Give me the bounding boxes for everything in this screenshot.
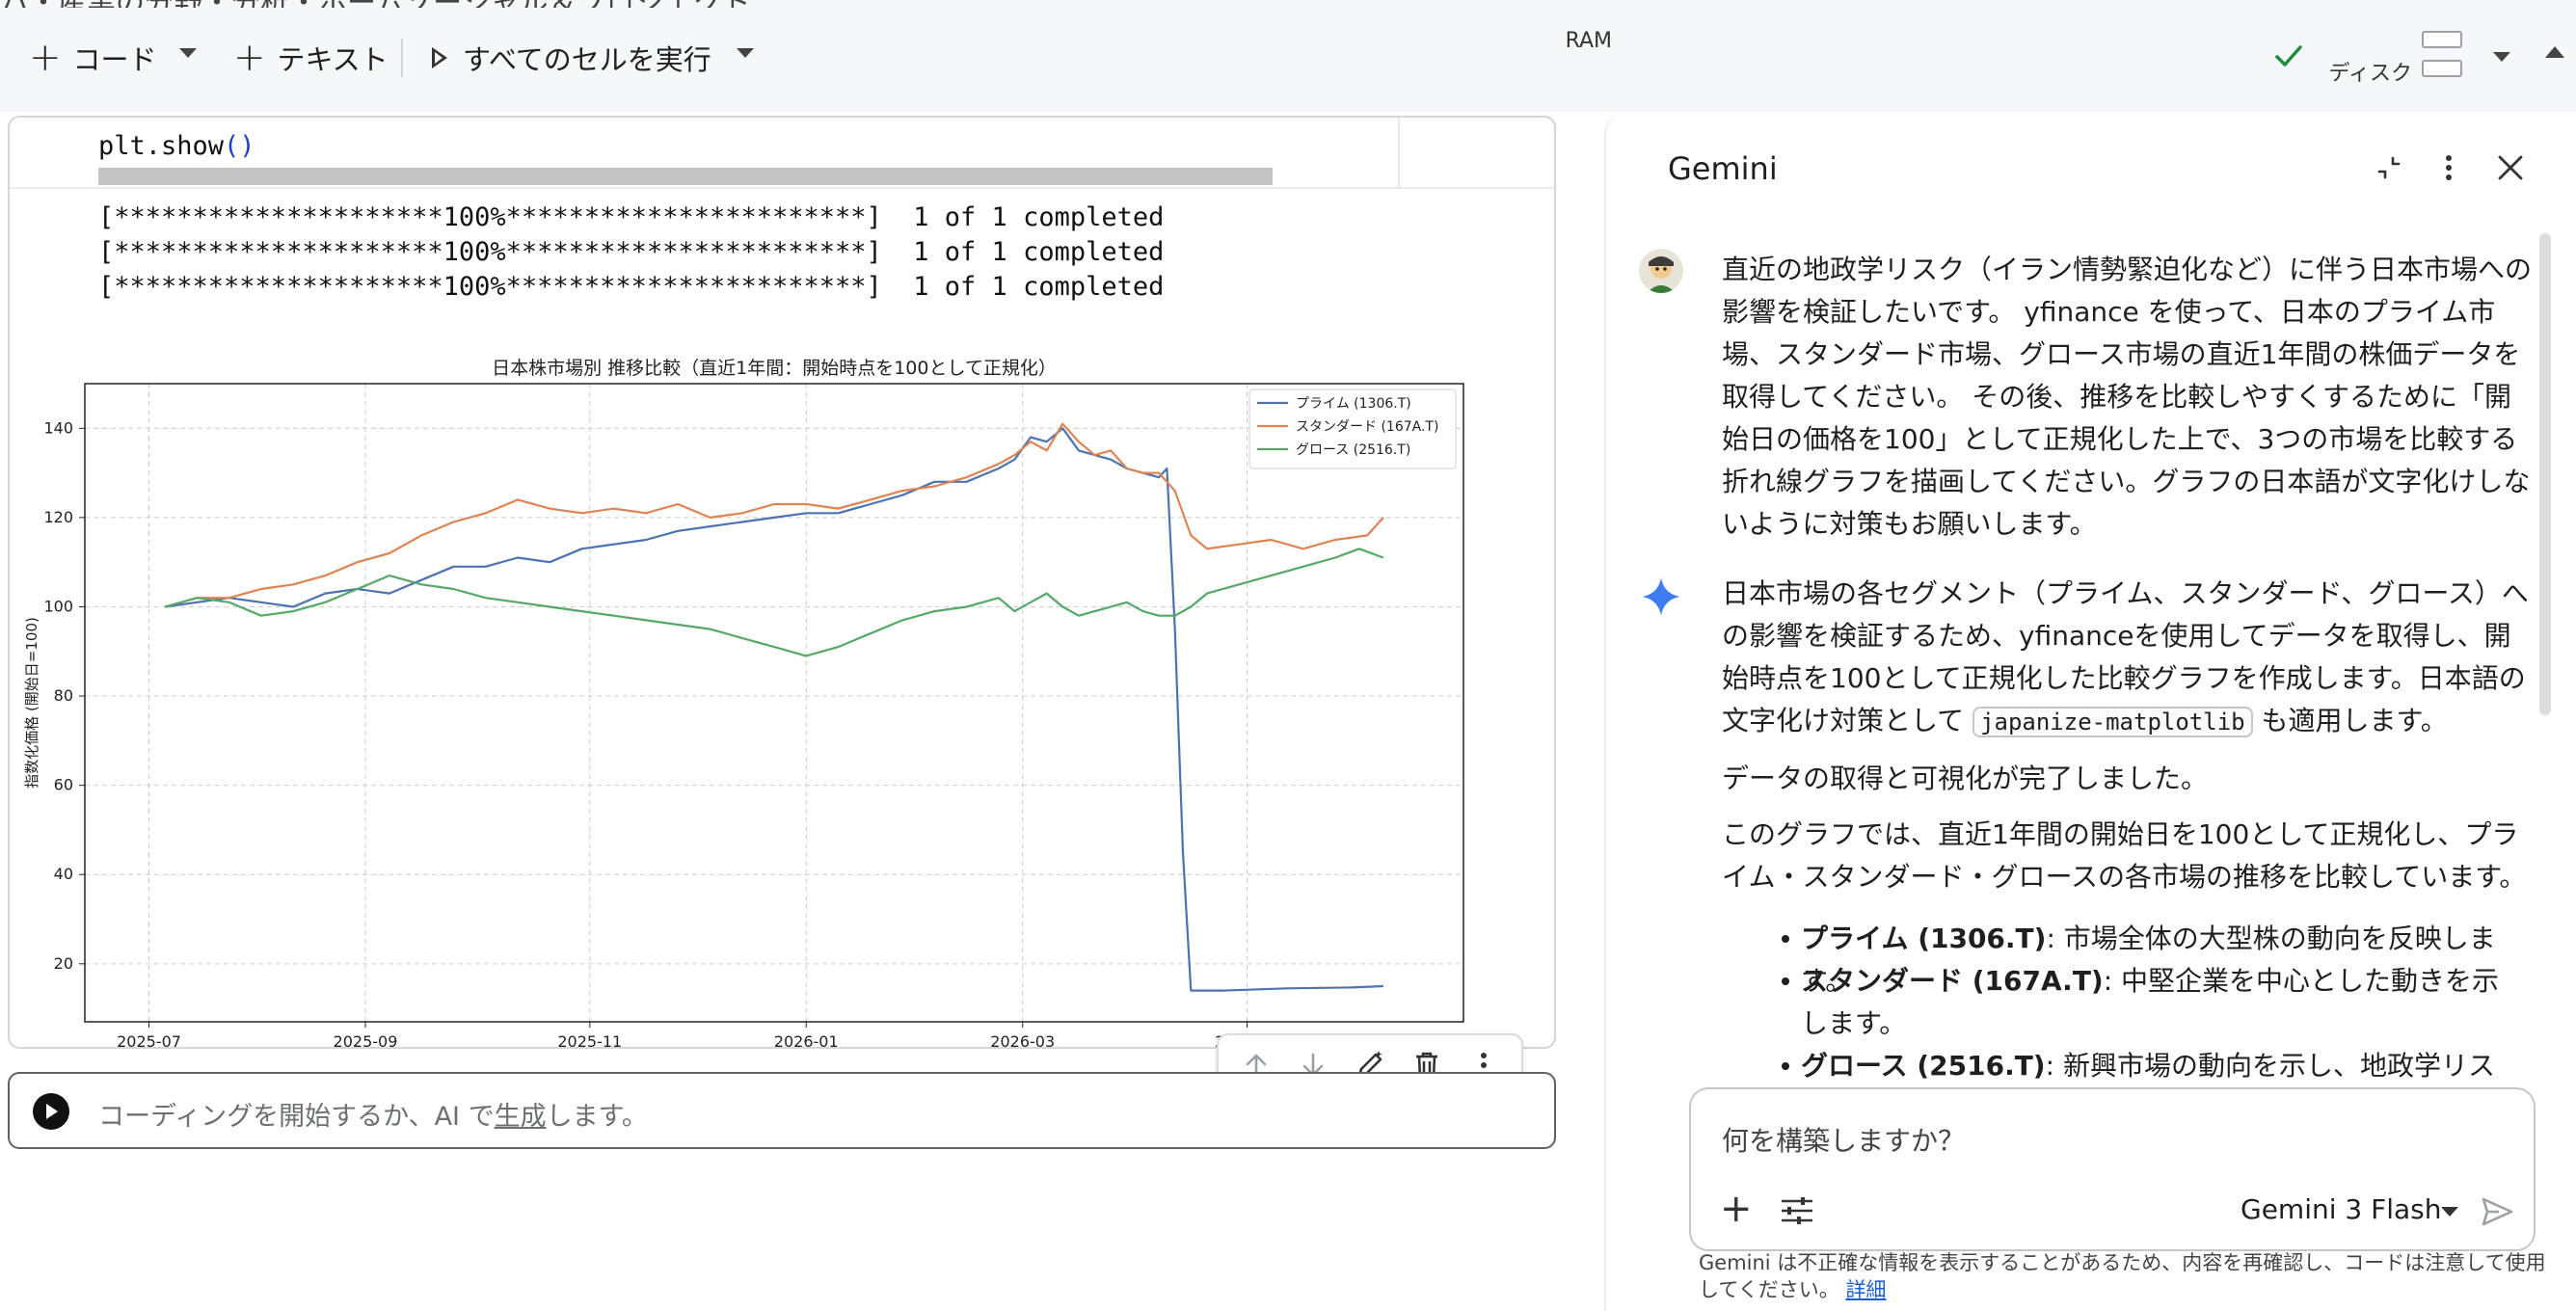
series-line-2 — [164, 548, 1384, 657]
send-icon[interactable] — [2480, 1195, 2514, 1228]
x-tick-label: 2025-07 — [117, 1032, 181, 1049]
minimize-panel-icon[interactable] — [2368, 147, 2410, 189]
ram-label: RAM — [1565, 29, 1612, 53]
resources-dropdown-icon[interactable] — [2493, 52, 2510, 62]
prompt-input[interactable]: 何を構築しますか？ — [1722, 1120, 1965, 1159]
chart-plot-frame — [84, 383, 1464, 1023]
bullet-standard: スタンダード (167A.T): 中堅企業を中心とした動きを示します。 — [1801, 965, 2500, 1039]
code-horizontal-scrollbar[interactable] — [98, 168, 1273, 185]
disclaimer-text: Gemini は不正確な情報を表示することがあるため、内容を再確認し、コードは注… — [1699, 1251, 2546, 1301]
play-outline-icon — [432, 47, 447, 68]
chart-legend: プライム (1306.T) スタンダード (167A.T) グロース (2516.T… — [1248, 388, 1457, 469]
collapse-toolbar-icon[interactable] — [2545, 46, 2564, 58]
series-line-0 — [164, 427, 1383, 992]
bullet-dot — [1782, 935, 1789, 943]
document-title-clipped[interactable]: ハ・産業の分野・分析・ホームソーシャル＆プロジェクト — [0, 0, 751, 8]
output-divider — [10, 187, 1554, 189]
run-all-label: すべてのセルを実行 — [463, 43, 711, 76]
notebook-toolbar: ハ・産業の分野・分析・ホームソーシャル＆プロジェクト + コード + テキスト … — [0, 0, 2576, 112]
learn-more-link[interactable]: 詳細 — [1845, 1278, 1886, 1301]
close-panel-icon[interactable] — [2489, 147, 2532, 189]
y-tick-label: 60 — [54, 776, 73, 794]
series-line-1 — [164, 422, 1384, 608]
cell-placeholder[interactable]: コーディングを開始するか、AI で生成します。 — [98, 1095, 648, 1133]
assistant-reply-summary: このグラフでは、直近1年間の開始日を100として正規化し、プライム・スタンダード… — [1722, 818, 2527, 893]
generate-link[interactable]: 生成 — [495, 1102, 547, 1132]
run-all-button[interactable]: すべてのセルを実行 — [432, 35, 711, 81]
empty-code-cell[interactable]: コーディングを開始するか、AI で生成します。 — [8, 1072, 1556, 1149]
chart-ticks: 2025-072025-092025-112026-012026-032026-… — [43, 418, 1278, 1049]
add-text-button[interactable]: + テキスト — [233, 35, 389, 81]
y-tick-label: 140 — [43, 418, 73, 437]
code-editor-line[interactable]: plt.show() — [98, 131, 255, 161]
user-message: 直近の地政学リスク（イラン情勢緊迫化など）に伴う日本市場への影響を検証したいです… — [1722, 254, 2533, 540]
x-tick-label: 2025-09 — [334, 1032, 398, 1049]
plus-icon: + — [29, 36, 62, 80]
chart-grid — [85, 384, 1463, 1022]
add-code-button[interactable]: + コード — [29, 35, 157, 81]
plus-icon: + — [233, 36, 266, 80]
prompt-input-box[interactable]: 何を構築しますか？ + Gemini 3 Flash — [1689, 1087, 2536, 1251]
add-code-label: コード — [72, 43, 157, 76]
ram-usage-bar[interactable] — [2422, 31, 2462, 48]
bullet-dot — [1782, 1062, 1789, 1070]
x-tick-label: 2026-01 — [774, 1032, 839, 1049]
user-avatar — [1639, 249, 1683, 293]
model-selector[interactable]: Gemini 3 Flash — [2241, 1193, 2442, 1225]
run-cell-icon[interactable] — [33, 1093, 69, 1130]
toolbar-divider — [401, 39, 403, 77]
disk-usage-bar[interactable] — [2422, 60, 2462, 77]
legend-label: スタンダード (167A.T) — [1296, 419, 1438, 435]
y-tick-label: 100 — [43, 597, 73, 615]
gemini-sparkle-icon — [1642, 577, 1680, 616]
x-tick-label: 2026-03 — [990, 1032, 1055, 1049]
add-code-dropdown-icon[interactable] — [179, 48, 197, 58]
add-attachment-icon[interactable]: + — [1720, 1190, 1753, 1228]
more-options-icon[interactable] — [2428, 147, 2470, 189]
inline-code: japanize-matplotlib — [1972, 707, 2253, 737]
line-chart: 日本株市場別 推移比較（直近1年間：開始時点を100として正規化） 2025-0… — [23, 358, 1464, 1049]
y-tick-label: 40 — [54, 865, 73, 883]
assistant-reply-status: データの取得と可視化が完了しました。 — [1722, 763, 2209, 794]
tune-settings-icon[interactable] — [1778, 1193, 1816, 1228]
disk-label: ディスク — [2328, 62, 2412, 86]
assistant-reply-intro: 日本市場の各セグメント（プライム、スタンダード、グロース）への影響を検証するため… — [1722, 577, 2529, 737]
run-all-dropdown-icon[interactable] — [737, 48, 754, 58]
legend-label: グロース (2516.T) — [1296, 442, 1410, 458]
output-progress-line: [*********************100%**************… — [98, 202, 1165, 232]
add-text-label: テキスト — [277, 43, 389, 76]
y-tick-label: 80 — [54, 686, 73, 705]
chart-title: 日本株市場別 推移比較（直近1年間：開始時点を100として正規化） — [492, 358, 1057, 379]
y-tick-label: 20 — [54, 954, 73, 973]
panel-title: Gemini — [1668, 150, 1778, 187]
chart-x-axis-label: 日付 — [759, 1048, 790, 1049]
code-ruler-line — [1398, 118, 1400, 187]
x-tick-label: 2025-11 — [557, 1032, 622, 1049]
bullet-dot — [1782, 977, 1789, 985]
panel-scrollbar[interactable] — [2539, 233, 2551, 715]
y-tick-label: 120 — [43, 508, 73, 526]
gemini-panel: Gemini 直近の地政学リスク（イラン情勢緊迫化など）に伴う日本市場への影響を… — [1604, 112, 2576, 1311]
model-dropdown-icon[interactable] — [2441, 1207, 2458, 1217]
chart-y-axis-label: 指数化価格 (開始日=100) — [23, 617, 40, 789]
legend-label: プライム (1306.T) — [1296, 396, 1411, 412]
code-cell[interactable]: plt.show() [*********************100%***… — [8, 116, 1556, 1049]
chart-series — [164, 422, 1384, 992]
